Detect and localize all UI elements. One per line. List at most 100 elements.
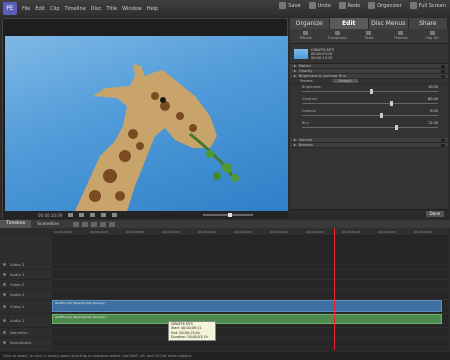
done-button[interactable]: Done bbox=[426, 211, 444, 217]
subtab-effects[interactable]: Effects bbox=[290, 29, 322, 43]
time-stretch-icon[interactable] bbox=[81, 221, 88, 227]
track-header-narration[interactable]: Narration bbox=[0, 328, 52, 338]
ruler-tick: 00;00;20;00 bbox=[234, 230, 253, 234]
video-clip[interactable]: Giraffe Clip [Opacity:Clip Opacity] bbox=[52, 300, 442, 312]
slider-track[interactable] bbox=[302, 115, 438, 116]
toggle-icon[interactable] bbox=[441, 74, 445, 78]
slider-brightness[interactable]: Brightness 10.00 bbox=[290, 84, 448, 96]
track-name: Audio 3 bbox=[10, 272, 25, 277]
toggle-icon[interactable] bbox=[441, 64, 445, 68]
slider-knob[interactable] bbox=[395, 125, 398, 130]
visibility-icon[interactable] bbox=[3, 305, 6, 308]
undo-icon bbox=[308, 2, 316, 9]
track-narration[interactable] bbox=[52, 328, 448, 338]
track-header-audio-2[interactable]: Audio 2 bbox=[0, 290, 52, 300]
slider-value[interactable]: 80.00 bbox=[428, 97, 438, 101]
track-header-video-2[interactable]: Video 2 bbox=[0, 280, 52, 290]
visibility-icon[interactable] bbox=[3, 273, 6, 276]
track-name: Video 1 bbox=[10, 304, 25, 309]
visibility-icon[interactable] bbox=[3, 283, 6, 286]
menu-file[interactable]: File bbox=[22, 6, 30, 12]
menu-edit[interactable]: Edit bbox=[35, 6, 45, 12]
marker-icon[interactable] bbox=[90, 221, 97, 227]
step-back-icon[interactable] bbox=[79, 213, 85, 217]
visibility-icon[interactable] bbox=[3, 331, 6, 334]
track-header-audio-1[interactable]: Audio 1 bbox=[0, 314, 52, 328]
save-icon bbox=[279, 2, 287, 9]
rewind-icon[interactable] bbox=[68, 213, 74, 217]
subtab-transitions[interactable]: Transitions bbox=[322, 29, 354, 43]
toggle-icon[interactable] bbox=[441, 143, 445, 147]
redo-button[interactable]: Redo bbox=[338, 2, 360, 9]
slider-value[interactable]: 10.00 bbox=[428, 85, 438, 89]
step-forward-icon[interactable] bbox=[101, 213, 107, 217]
prop-balance[interactable]: Balance bbox=[290, 143, 448, 148]
track-header-video-1[interactable]: Video 1 bbox=[0, 300, 52, 314]
slider-contrast[interactable]: Contrast 80.00 bbox=[290, 96, 448, 108]
prop-balance-label: Balance bbox=[299, 143, 313, 147]
slider-value[interactable]: 72.00 bbox=[428, 121, 438, 125]
track-header-video-3[interactable]: Video 3 bbox=[0, 260, 52, 270]
tab-sceneline[interactable]: Sceneline bbox=[31, 222, 65, 227]
fullscreen-button[interactable]: Full Screen bbox=[409, 2, 446, 9]
track-video-3[interactable] bbox=[52, 260, 448, 270]
track-audio-2[interactable] bbox=[52, 290, 448, 300]
organizer-label: Organizer bbox=[377, 2, 402, 9]
preset-dropdown[interactable]: Default bbox=[332, 79, 358, 83]
expand-icon bbox=[294, 65, 296, 67]
track-video-2[interactable] bbox=[52, 280, 448, 290]
tab-timeline[interactable]: Timeline bbox=[0, 220, 32, 228]
timeline-ruler[interactable]: 00;00;00;00 00;00;04;00 00;00;08;00 00;0… bbox=[52, 228, 448, 236]
slider-gamma[interactable]: Gamma 9.00 bbox=[290, 108, 448, 120]
slider-knob[interactable] bbox=[370, 89, 373, 94]
save-button[interactable]: Save bbox=[279, 2, 301, 9]
menu-help[interactable]: Help bbox=[147, 6, 158, 12]
toggle-icon[interactable] bbox=[441, 138, 445, 142]
undo-button[interactable]: Undo bbox=[308, 2, 331, 9]
prop-volume-label: Volume bbox=[299, 138, 313, 142]
subtab-themes[interactable]: Themes bbox=[385, 29, 417, 43]
slider-knob[interactable] bbox=[390, 101, 393, 106]
slider-knob[interactable] bbox=[380, 113, 383, 118]
expand-icon bbox=[294, 144, 296, 146]
tab-share[interactable]: Share bbox=[408, 18, 448, 29]
menu-clip[interactable]: Clip bbox=[50, 6, 59, 12]
visibility-icon[interactable] bbox=[3, 293, 6, 296]
tab-disc-menus[interactable]: Disc Menus bbox=[369, 18, 409, 29]
track-video-1[interactable]: Giraffe Clip [Opacity:Clip Opacity] bbox=[52, 300, 448, 314]
subtab-transitions-label: Transitions bbox=[327, 36, 348, 40]
track-audio-3[interactable] bbox=[52, 270, 448, 280]
menu-window[interactable]: Window bbox=[122, 6, 142, 12]
menu-title[interactable]: Title bbox=[106, 6, 117, 12]
scrub-slider[interactable] bbox=[203, 213, 253, 217]
organizer-button[interactable]: Organizer bbox=[368, 2, 402, 9]
visibility-icon[interactable] bbox=[3, 341, 6, 344]
track-header-soundtrack[interactable]: Soundtrack bbox=[0, 338, 52, 348]
track-header-audio-3[interactable]: Audio 3 bbox=[0, 270, 52, 280]
select-tool-icon[interactable] bbox=[72, 221, 79, 227]
play-icon[interactable] bbox=[90, 213, 96, 217]
slider-blur[interactable]: Blur 72.00 bbox=[290, 120, 448, 132]
slider-value[interactable]: 9.00 bbox=[430, 109, 438, 113]
snap-icon[interactable] bbox=[99, 221, 106, 227]
tab-organize[interactable]: Organize bbox=[290, 18, 330, 29]
visibility-icon[interactable] bbox=[3, 263, 6, 266]
subtab-titles[interactable]: Titles bbox=[353, 29, 385, 43]
slider-track[interactable] bbox=[302, 103, 438, 104]
subtab-clip-art[interactable]: Clip Art bbox=[416, 29, 448, 43]
audio-clip[interactable]: Giraffe Clip [Opacity:Clip Opacity] bbox=[52, 314, 442, 324]
track-area[interactable]: Giraffe Clip [Opacity:Clip Opacity] Gira… bbox=[52, 236, 448, 350]
track-audio-1[interactable]: Giraffe Clip [Opacity:Clip Opacity] bbox=[52, 314, 448, 328]
playhead[interactable] bbox=[334, 228, 335, 350]
toggle-icon[interactable] bbox=[441, 69, 445, 73]
tab-edit[interactable]: Edit bbox=[329, 18, 369, 29]
ruler-tick: 00;00;28;00 bbox=[306, 230, 325, 234]
fast-forward-icon[interactable] bbox=[112, 213, 118, 217]
audio-mix-icon[interactable] bbox=[108, 221, 115, 227]
visibility-icon[interactable] bbox=[3, 319, 6, 322]
track-soundtrack[interactable] bbox=[52, 338, 448, 348]
menu-disc[interactable]: Disc bbox=[91, 6, 102, 12]
menu-timeline[interactable]: Timeline bbox=[65, 6, 86, 12]
track-name: Video 2 bbox=[10, 282, 25, 287]
slider-track[interactable] bbox=[302, 127, 438, 128]
